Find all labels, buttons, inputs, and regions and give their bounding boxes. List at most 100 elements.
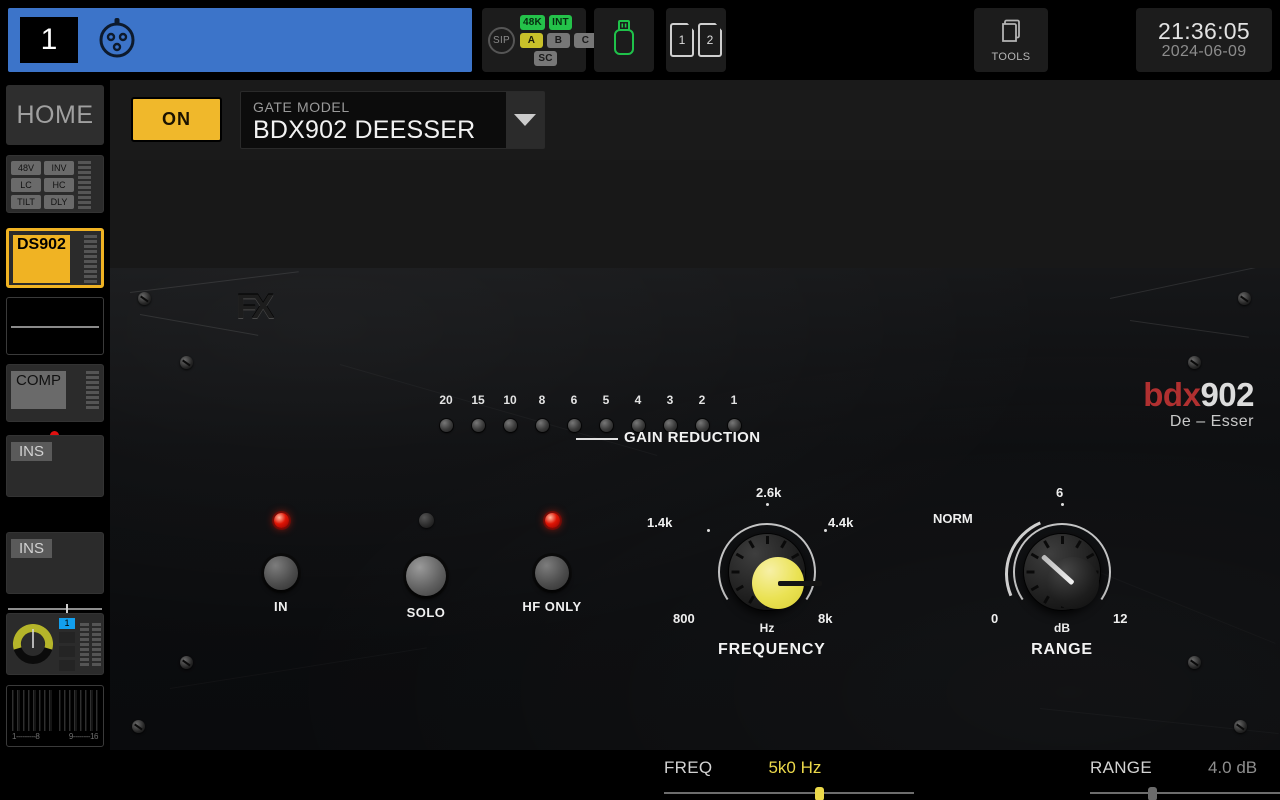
preamp-badge-48v[interactable]: 48V [11, 161, 41, 175]
sidebar-item-preamp[interactable]: 48V INV LC HC TILT DLY [6, 155, 104, 213]
preamp-badge-lc[interactable]: LC [11, 178, 41, 192]
bus-assign-2[interactable] [59, 631, 75, 643]
brand-name: bdx [1143, 376, 1201, 413]
solo-cap[interactable] [406, 556, 446, 596]
frequency-knob[interactable]: 2.6k 1.4k 4.4k 800 8k Hz FREQUENCY [647, 485, 853, 659]
freq-tick-800: 800 [673, 611, 695, 626]
freq-control-slot[interactable]: FREQ 5k0 Hz [664, 758, 914, 800]
range-face [1040, 553, 1099, 609]
empty-panel-area [110, 160, 1280, 268]
console-screen: 1 SIP 48K INT A B C SC 1 2 TOOLS 21:36:0… [0, 0, 1280, 800]
solo-button[interactable]: SOLO [386, 513, 466, 620]
badge-48k[interactable]: 48K [520, 14, 545, 30]
range-tick-0: 0 [991, 611, 999, 626]
sidebar-item-eq[interactable] [6, 297, 104, 355]
pan-knob[interactable] [12, 623, 54, 665]
bus-assign-column[interactable]: 1 [59, 617, 75, 671]
gr-tick-2: 2 [698, 393, 706, 407]
freq-caption: FREQUENCY [718, 641, 826, 658]
xlr-connector-icon [94, 15, 140, 66]
bottom-control-bar: FREQ 5k0 Hz RANGE 4.0 dB [0, 750, 1280, 800]
sidebar-item-insert-1[interactable]: INS [6, 435, 104, 497]
channel-strip-sidebar: HOME 48V INV LC HC TILT DLY DS902 COMP I… [0, 80, 110, 800]
comp-label: COMP [11, 371, 66, 409]
meter-label-right: 9--------16 [68, 732, 99, 741]
range-control-track[interactable] [1090, 787, 1280, 800]
ds902-label: DS902 [13, 235, 70, 283]
range-norm-label: NORM [933, 511, 973, 526]
freq-dot-4400 [824, 529, 827, 532]
sidebar-item-ds902[interactable]: DS902 [6, 228, 104, 288]
tools-button[interactable]: TOOLS [974, 8, 1048, 72]
on-button[interactable]: ON [131, 97, 222, 142]
screw-bottom-left [132, 720, 145, 733]
preamp-badge-tilt[interactable]: TILT [11, 195, 41, 209]
usb-status-panel[interactable] [594, 8, 654, 72]
meter-bridge[interactable]: 1---------8 9--------16 [6, 685, 104, 747]
gr-tick-4: 4 [634, 393, 642, 407]
top-bar: 1 SIP 48K INT A B C SC 1 2 TOOLS 21:36:0… [0, 0, 1280, 80]
sd-card-1[interactable]: 1 [670, 23, 694, 57]
sidebar-item-comp[interactable]: COMP [6, 364, 104, 422]
screw-top-left [138, 292, 151, 305]
preamp-badge-hc[interactable]: HC [44, 178, 74, 192]
sip-indicator[interactable]: SIP [488, 26, 515, 54]
ds902-level-ladder [84, 235, 97, 283]
preamp-badge-dly[interactable]: DLY [44, 195, 74, 209]
badge-b[interactable]: B [547, 32, 570, 48]
sidebar-item-pan-bus[interactable]: 1 [6, 613, 104, 675]
bus-assign-1[interactable]: 1 [59, 617, 75, 629]
bus-assign-4[interactable] [59, 659, 75, 671]
badge-sc[interactable]: SC [534, 50, 557, 66]
in-button[interactable]: IN [251, 513, 311, 614]
freq-face [752, 557, 822, 609]
freq-dot-1400 [707, 529, 710, 532]
sidebar-item-insert-2[interactable]: INS [6, 532, 104, 594]
sd-card-panel[interactable]: 1 2 [666, 8, 726, 72]
channel-banner[interactable]: 1 [8, 8, 472, 72]
gate-model-value: BDX902 DEESSER [253, 116, 476, 144]
freq-track-handle[interactable] [814, 787, 824, 800]
fx-logo: FX [236, 288, 275, 326]
hf-only-cap[interactable] [535, 556, 569, 590]
product-branding: bdx902 De – Esser [1143, 378, 1254, 431]
status-panel[interactable]: SIP 48K INT A B C SC [482, 8, 597, 72]
range-caption: RANGE [1031, 641, 1093, 658]
bdx902-rack-unit: FX bdx902 De – Esser 20 15 10 8 6 5 4 3 … [110, 268, 1280, 750]
badge-a[interactable]: A [520, 32, 543, 48]
home-button[interactable]: HOME [6, 85, 104, 145]
freq-control-track[interactable] [664, 787, 914, 800]
hf-only-button[interactable]: HF ONLY [512, 513, 592, 614]
range-dot-6 [1061, 503, 1064, 506]
badge-int[interactable]: INT [548, 14, 572, 30]
gate-model-select[interactable]: GATE MODEL BDX902 DEESSER [240, 91, 545, 149]
range-track-handle[interactable] [1148, 787, 1158, 800]
range-tick-6: 6 [1056, 485, 1064, 500]
range-track-line [1090, 792, 1280, 794]
gr-tick-8: 8 [538, 393, 546, 407]
freq-track-line [664, 792, 914, 794]
screw-face-bottom-left [180, 656, 193, 669]
screw-face-top-right [1188, 356, 1201, 369]
in-cap[interactable] [264, 556, 298, 590]
range-control-slot[interactable]: RANGE 4.0 dB [1090, 758, 1280, 800]
comp-level-ladder [86, 371, 99, 409]
gr-tick-20: 20 [439, 393, 453, 407]
documents-icon [998, 18, 1024, 49]
module-header: ON GATE MODEL BDX902 DEESSER [110, 80, 1280, 160]
gain-reduction-meter: 20 15 10 8 6 5 4 3 2 1 [430, 393, 750, 432]
chevron-down-icon[interactable] [506, 92, 544, 148]
freq-pointer [778, 580, 822, 586]
eq-curve-line [11, 326, 99, 328]
sd-card-2[interactable]: 2 [698, 23, 722, 57]
bus-assign-3[interactable] [59, 645, 75, 657]
gr-tick-3: 3 [666, 393, 674, 407]
range-knob[interactable]: 6 NORM 0 12 dB RANGE [933, 485, 1137, 659]
range-outer [1024, 534, 1100, 610]
gr-tick-1: 1 [730, 393, 738, 407]
screw-bottom-right [1234, 720, 1247, 733]
gr-tick-10: 10 [503, 393, 517, 407]
freq-tick-4400: 4.4k [828, 515, 854, 530]
clock-panel[interactable]: 21:36:05 2024-06-09 [1136, 8, 1272, 72]
preamp-badge-inv[interactable]: INV [44, 161, 74, 175]
